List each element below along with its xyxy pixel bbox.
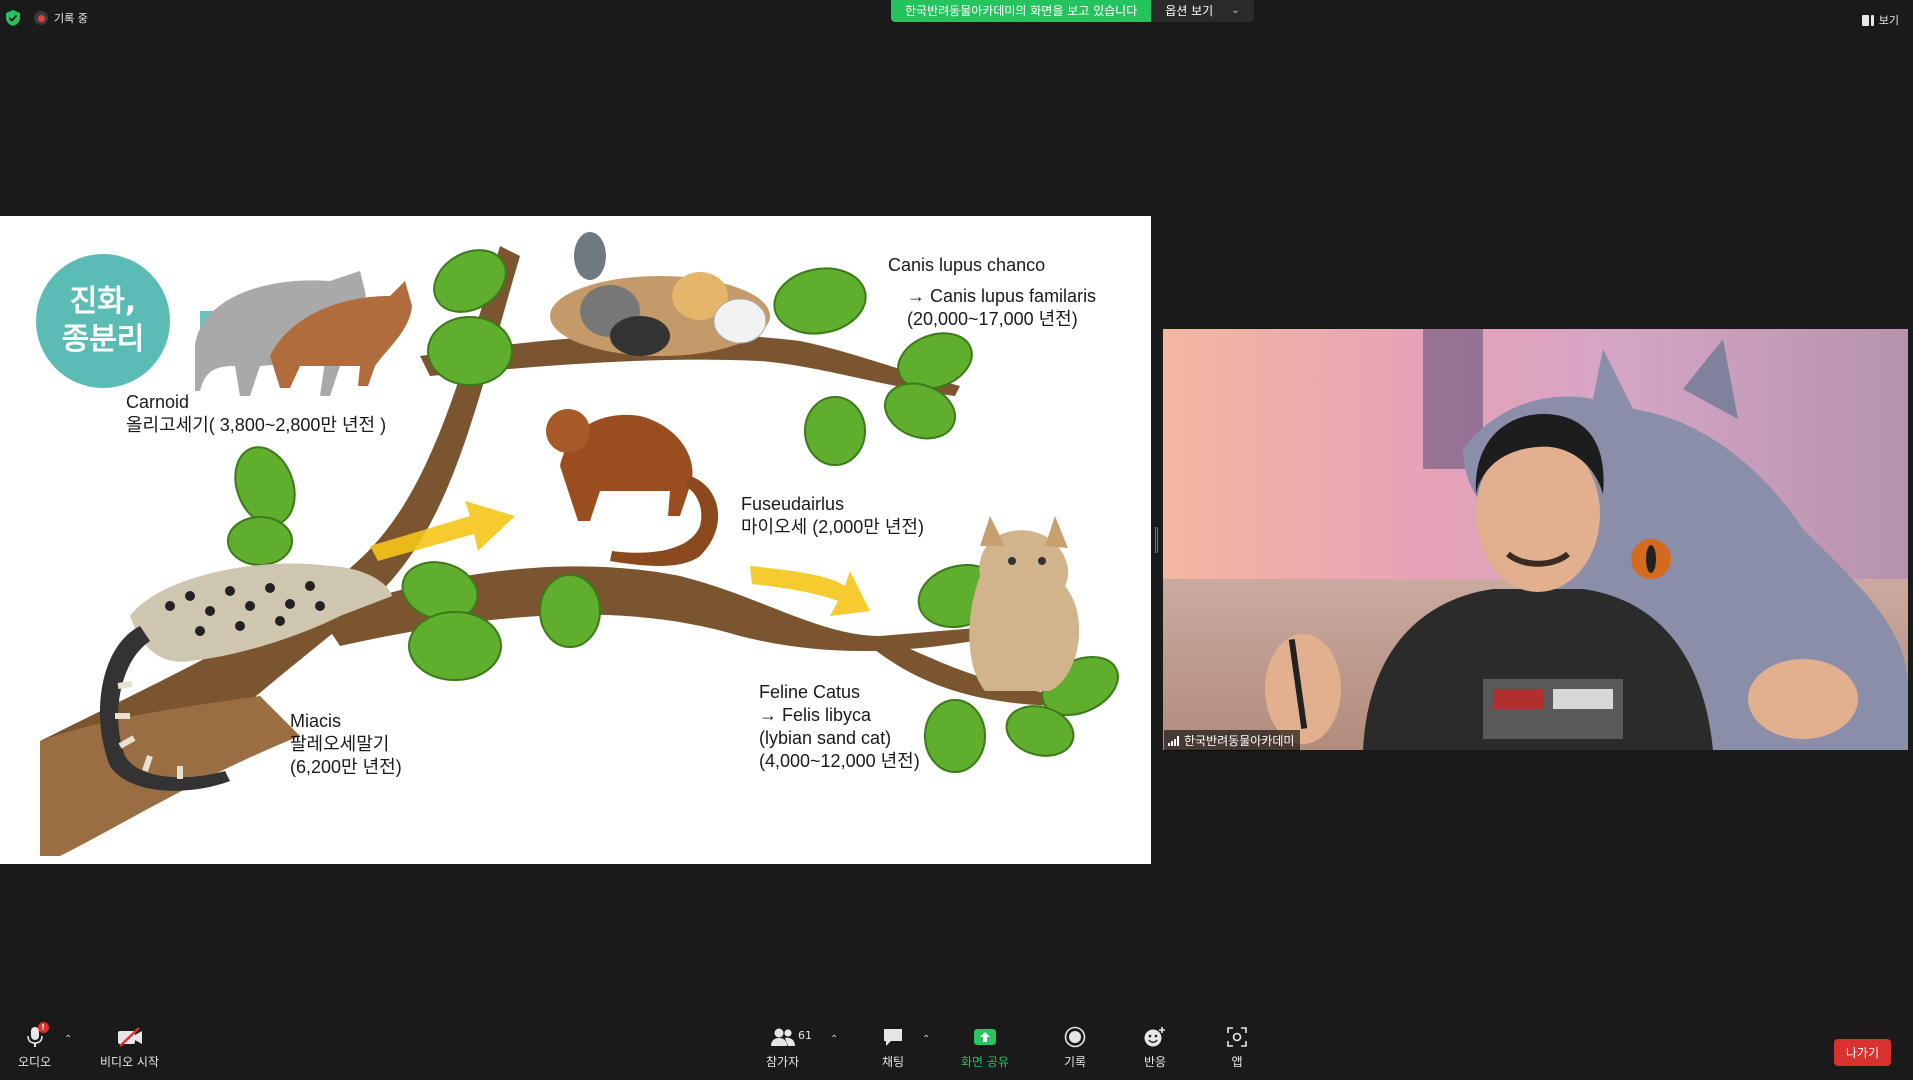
chat-button[interactable]: 채팅 <box>882 1025 904 1070</box>
apps-icon <box>1226 1025 1248 1049</box>
record-dot-icon <box>34 11 48 25</box>
connection-signal-icon <box>1168 735 1179 746</box>
canis-familiaris-label: → Canis lupus familaris (20,000~17,000 년… <box>907 286 1097 329</box>
chat-label: 채팅 <box>882 1055 905 1069</box>
reactions-button[interactable]: 반응 <box>1143 1025 1167 1070</box>
participant-name: 한국반려동물아카데미 <box>1184 734 1295 748</box>
video-off-icon <box>117 1025 143 1049</box>
dog-breeds-picture <box>550 232 770 356</box>
sand-cat-picture <box>969 516 1080 691</box>
chevron-up-icon: ⌃ <box>922 1034 931 1045</box>
speaker-video-frame <box>1163 329 1908 750</box>
chat-bubble-icon <box>882 1025 904 1049</box>
audio-alert-icon: ! <box>37 1022 49 1033</box>
audio-options-caret[interactable]: ⌃ <box>64 1025 72 1045</box>
speaker-video-tile[interactable] <box>1163 329 1908 750</box>
audio-button[interactable]: ! 오디오 <box>18 1022 52 1070</box>
fuseudairlus-picture <box>546 409 719 566</box>
canis-chanco-label: Canis lupus chanco <box>888 255 1046 275</box>
apps-button[interactable]: 앱 <box>1226 1025 1248 1070</box>
leave-meeting-button[interactable]: 나가기 <box>1833 1039 1891 1066</box>
record-button[interactable]: 기록 <box>1064 1025 1086 1070</box>
chevron-up-icon: ⌃ <box>64 1034 73 1045</box>
record-icon <box>1064 1025 1086 1049</box>
meeting-status-area: 기록 중 <box>6 10 88 26</box>
wolf-group-picture <box>195 271 412 396</box>
chevron-down-icon: ⌄ <box>1231 5 1240 16</box>
participants-button[interactable]: 참가자 <box>766 1025 799 1070</box>
start-video-button[interactable]: 비디오 시작 <box>100 1025 159 1070</box>
miacis-label: Miacis 팔레오세말기 (6,200만 년전) <box>290 711 402 777</box>
carnoid-label: Carnoid 올리고세기( 3,800~2,800만 년전 ) <box>126 392 387 435</box>
participant-count: 61 <box>798 1029 812 1042</box>
audio-label: 오디오 <box>18 1055 52 1069</box>
recording-label: 기록 중 <box>54 12 88 25</box>
participants-label: 참가자 <box>766 1055 800 1069</box>
view-label: 보기 <box>1878 14 1899 27</box>
participants-options-caret[interactable]: ⌃ <box>830 1025 838 1045</box>
microphone-icon: ! <box>26 1022 49 1049</box>
meeting-toolbar: ! 오디오 ⌃ 비디오 시작 참가자 61 ⌃ 채팅 ⌃ 화면 공유 기록 반응… <box>0 1022 1913 1080</box>
screen-share-banner: 한국반려동물아카데미의 화면을 보고 있습니다 옵션 보기 ⌄ <box>891 0 1254 22</box>
start-video-label: 비디오 시작 <box>100 1055 160 1069</box>
view-button[interactable]: 보기 <box>1861 12 1899 28</box>
panel-resize-handle[interactable] <box>1155 527 1158 553</box>
share-screen-button[interactable]: 화면 공유 <box>961 1025 1009 1070</box>
share-banner-text: 한국반려동물아카데미의 화면을 보고 있습니다 <box>891 0 1152 22</box>
view-options-button[interactable]: 옵션 보기 ⌄ <box>1151 0 1254 22</box>
share-screen-label: 화면 공유 <box>961 1055 1009 1069</box>
view-options-label: 옵션 보기 <box>1165 4 1214 18</box>
layout-view-icon <box>1861 14 1874 26</box>
record-label: 기록 <box>1064 1055 1087 1069</box>
feline-label: Feline Catus → Felis libyca (lybian sand… <box>759 682 920 771</box>
fuseudairlus-label: Fuseudairlus 마이오세 (2,000만 년전) <box>741 494 924 537</box>
participants-icon <box>770 1025 796 1049</box>
recording-indicator[interactable]: 기록 중 <box>34 10 88 26</box>
apps-label: 앱 <box>1231 1055 1243 1069</box>
share-screen-icon <box>973 1025 997 1049</box>
section-badge: 진화, 종분리 <box>36 254 170 388</box>
chat-options-caret[interactable]: ⌃ <box>922 1025 930 1045</box>
security-shield-icon[interactable] <box>6 10 20 26</box>
shared-screen-slide: 진화, 종분리 Carnoid 올리고세기( 3,800~2,800만 년전 )… <box>0 216 1151 864</box>
smile-plus-icon <box>1143 1025 1167 1049</box>
reactions-label: 반응 <box>1143 1055 1167 1069</box>
participant-name-tag: 한국반려동물아카데미 <box>1164 730 1301 751</box>
chevron-up-icon: ⌃ <box>830 1034 839 1045</box>
